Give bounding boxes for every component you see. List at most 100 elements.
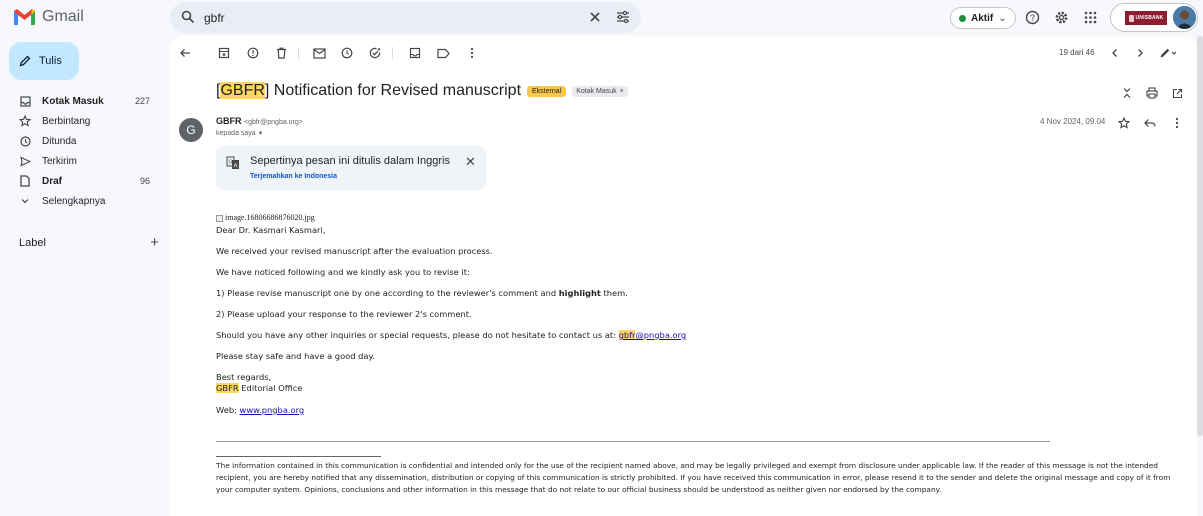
message-view: 19 dari 46 [GBFR] Notification for Revis… xyxy=(170,36,1197,516)
paragraph: Should you have any other inquiries or s… xyxy=(216,330,686,340)
snooze-icon[interactable] xyxy=(340,46,354,60)
close-icon[interactable]: × xyxy=(620,88,624,95)
recipient-details[interactable]: kepada saya ▼ xyxy=(216,130,264,137)
sidebar: Tulis Kotak Masuk 227 Berbintang Ditunda… xyxy=(0,36,170,516)
org-logo: UNISBANK xyxy=(1125,11,1167,25)
sender-name[interactable]: GBFR xyxy=(216,116,242,126)
account-switcher[interactable]: UNISBANK xyxy=(1110,3,1198,32)
text-span: them. xyxy=(600,288,628,298)
sidebar-item-snoozed[interactable]: Ditunda xyxy=(0,131,162,151)
filter-icon[interactable] xyxy=(615,9,631,25)
mark-unread-icon[interactable] xyxy=(312,46,326,60)
legal-disclaimer: The information contained in this commun… xyxy=(216,461,1171,494)
web-label: Web: xyxy=(216,405,240,415)
caret-down-icon: ▼ xyxy=(257,131,264,137)
labels-heading: Label xyxy=(19,236,46,249)
gear-icon[interactable] xyxy=(1053,9,1069,25)
unread-count: 227 xyxy=(134,96,150,106)
add-label-icon[interactable]: + xyxy=(150,235,159,250)
compose-button[interactable]: Tulis xyxy=(9,42,79,80)
org-name: UNISBANK xyxy=(1135,15,1164,21)
email-subject: [GBFR] Notification for Revised manuscri… xyxy=(216,82,628,100)
divider xyxy=(216,441,1050,442)
chevron-down-icon: ⌄ xyxy=(998,12,1007,24)
paragraph: Please stay safe and have a good day. xyxy=(216,351,375,361)
sidebar-item-inbox[interactable]: Kotak Masuk 227 xyxy=(0,91,162,111)
chevron-left-icon[interactable] xyxy=(1108,46,1122,60)
scrollbar[interactable] xyxy=(1197,36,1203,436)
status-selector[interactable]: Aktif ⌄ xyxy=(950,7,1016,29)
translate-banner: AG Sepertinya pesan ini ditulis dalam In… xyxy=(216,146,486,190)
label-icon[interactable] xyxy=(436,46,450,60)
input-tools-icon[interactable] xyxy=(1158,46,1178,60)
move-to-icon[interactable] xyxy=(408,46,422,60)
collapse-all-icon[interactable] xyxy=(1120,86,1134,100)
labels-section: Label + xyxy=(19,235,159,250)
subject-highlight: GBFR xyxy=(220,82,265,99)
search-input[interactable] xyxy=(204,9,564,26)
sidebar-item-starred[interactable]: Berbintang xyxy=(0,111,162,131)
more-vert-icon[interactable] xyxy=(1170,116,1184,130)
email-date: 4 Nov 2024, 09.04 xyxy=(1040,117,1106,126)
back-arrow-icon[interactable] xyxy=(178,46,192,60)
website-link[interactable]: www.pngba.org xyxy=(240,405,305,415)
inbox-label-chip[interactable]: Kotak Masuk × xyxy=(572,85,628,97)
avatar[interactable] xyxy=(1173,6,1196,29)
search-bar[interactable] xyxy=(170,2,641,33)
text-span: Editorial Office xyxy=(238,383,303,393)
signature-line: Best regards, xyxy=(216,372,272,382)
recipient-label: kepada saya xyxy=(216,130,256,137)
paragraph: 1) Please revise manuscript one by one a… xyxy=(216,288,628,298)
translate-link[interactable]: Terjemahkan ke Indonesia xyxy=(250,173,337,180)
add-task-icon[interactable] xyxy=(368,46,382,60)
link-rest: @pngba.org xyxy=(635,330,687,340)
inbox-chip-label: Kotak Masuk xyxy=(576,87,617,95)
top-bar: Gmail Aktif ⌄ ? UNISBANK xyxy=(0,0,1203,36)
reply-icon[interactable] xyxy=(1143,116,1157,130)
sender-avatar[interactable]: G xyxy=(179,118,203,142)
status-label: Aktif xyxy=(971,12,994,24)
star-icon xyxy=(19,115,31,127)
signature-line: GBFR Editorial Office xyxy=(216,383,302,393)
gmail-logo[interactable]: Gmail xyxy=(13,8,84,26)
greeting: Dear Dr. Kasmari Kasmari, xyxy=(216,225,326,235)
print-icon[interactable] xyxy=(1145,86,1159,100)
sidebar-item-more[interactable]: Selengkapnya xyxy=(0,191,162,211)
sidebar-item-label: Selengkapnya xyxy=(42,195,106,207)
pagination-count: 19 dari 46 xyxy=(1059,48,1095,57)
chevron-down-icon xyxy=(19,195,31,207)
draft-count: 96 xyxy=(139,176,150,186)
sidebar-item-drafts[interactable]: Draf 96 xyxy=(0,171,162,191)
toolbar-divider xyxy=(392,47,393,59)
contact-email-link[interactable]: gbfr@pngba.org xyxy=(618,330,687,340)
divider xyxy=(216,456,381,457)
link-highlight: gbfr xyxy=(618,330,636,340)
close-icon[interactable]: ✕ xyxy=(465,154,476,170)
help-icon[interactable]: ? xyxy=(1024,9,1040,25)
sidebar-item-label: Ditunda xyxy=(42,135,77,147)
search-icon[interactable] xyxy=(180,9,196,25)
report-spam-icon[interactable] xyxy=(246,46,260,60)
paragraph: We received your revised manuscript afte… xyxy=(216,246,493,256)
chevron-right-icon[interactable] xyxy=(1133,46,1147,60)
draft-icon xyxy=(19,175,31,187)
paragraph: We have noticed following and we kindly … xyxy=(216,267,470,277)
gmail-logo-icon xyxy=(13,8,36,26)
delete-icon[interactable] xyxy=(274,46,288,60)
svg-text:G: G xyxy=(229,160,233,166)
star-icon[interactable] xyxy=(1117,116,1131,130)
compose-label: Tulis xyxy=(39,55,62,67)
broken-image-icon xyxy=(216,214,223,222)
close-icon[interactable] xyxy=(587,9,603,25)
website-line: Web: www.pngba.org xyxy=(216,405,304,415)
status-dot-icon xyxy=(959,14,966,22)
crest-icon xyxy=(1128,14,1134,22)
app-name: Gmail xyxy=(42,8,84,25)
open-new-window-icon[interactable] xyxy=(1170,86,1184,100)
clock-icon xyxy=(19,135,31,147)
sidebar-item-sent[interactable]: Terkirim xyxy=(0,151,162,171)
apps-icon[interactable] xyxy=(1082,9,1098,25)
archive-icon[interactable] xyxy=(217,46,231,60)
sidebar-item-label: Terkirim xyxy=(42,155,77,167)
more-vert-icon[interactable] xyxy=(465,46,479,60)
